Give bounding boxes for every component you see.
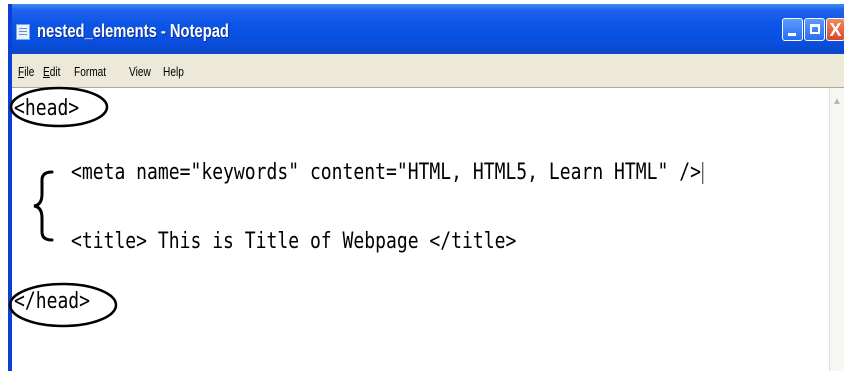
head-open-circle xyxy=(9,86,109,128)
nesting-brace xyxy=(33,170,54,242)
head-close-circle xyxy=(8,282,118,328)
annotation-overlay xyxy=(8,86,118,328)
